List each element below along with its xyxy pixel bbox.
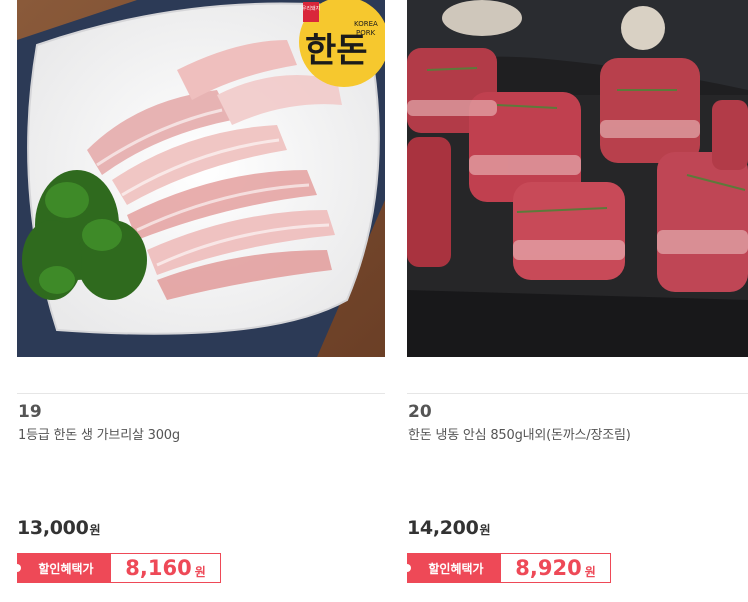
product-image-pork-tenderloin[interactable] — [407, 0, 748, 357]
price-value: 13,000 — [17, 517, 89, 539]
card-divider — [407, 393, 748, 394]
pork-plate-illustration: 한돈 KOREA PORK 우리돼지 — [17, 0, 385, 357]
discount-label-badge: 할인혜택가 — [13, 553, 111, 583]
original-price: 14,200원 — [407, 517, 491, 539]
product-card-19[interactable]: 한돈 KOREA PORK 우리돼지 19 1등급 한돈 생 가브리살 300g… — [13, 0, 385, 602]
discount-price-box[interactable]: 할인혜택가 8,920 원 — [403, 553, 611, 583]
product-number: 19 — [18, 402, 42, 422]
svg-text:KOREA: KOREA — [354, 20, 378, 28]
currency-unit: 원 — [479, 523, 491, 537]
product-image-pork-jowl[interactable]: 한돈 KOREA PORK 우리돼지 — [17, 0, 385, 357]
discount-price-value: 8,920 — [515, 556, 582, 580]
discount-label: 할인혜택가 — [38, 561, 94, 576]
badge-notch — [403, 564, 411, 572]
discount-price-value: 8,160 — [125, 556, 192, 580]
original-price: 13,000원 — [17, 517, 101, 539]
svg-text:PORK: PORK — [356, 29, 376, 37]
product-number: 20 — [408, 402, 432, 422]
product-name[interactable]: 한돈 냉동 안심 850g내외(돈까스/장조림) — [408, 424, 631, 443]
currency-unit: 원 — [584, 564, 596, 579]
svg-text:한돈: 한돈 — [305, 31, 368, 71]
card-divider — [17, 393, 385, 394]
discount-price: 8,920 원 — [501, 553, 611, 583]
product-name[interactable]: 1등급 한돈 생 가브리살 300g — [18, 424, 180, 443]
discount-price: 8,160 원 — [111, 553, 221, 583]
currency-unit: 원 — [194, 564, 206, 579]
badge-notch — [13, 564, 21, 572]
discount-price-box[interactable]: 할인혜택가 8,160 원 — [13, 553, 221, 583]
tenderloin-slate-illustration — [407, 0, 748, 357]
discount-label: 할인혜택가 — [428, 561, 484, 576]
product-card-20[interactable]: 20 한돈 냉동 안심 850g내외(돈까스/장조림) 14,200원 할인혜택… — [403, 0, 748, 602]
svg-text:우리돼지: 우리돼지 — [302, 5, 320, 12]
price-value: 14,200 — [407, 517, 479, 539]
discount-label-badge: 할인혜택가 — [403, 553, 501, 583]
currency-unit: 원 — [89, 523, 101, 537]
